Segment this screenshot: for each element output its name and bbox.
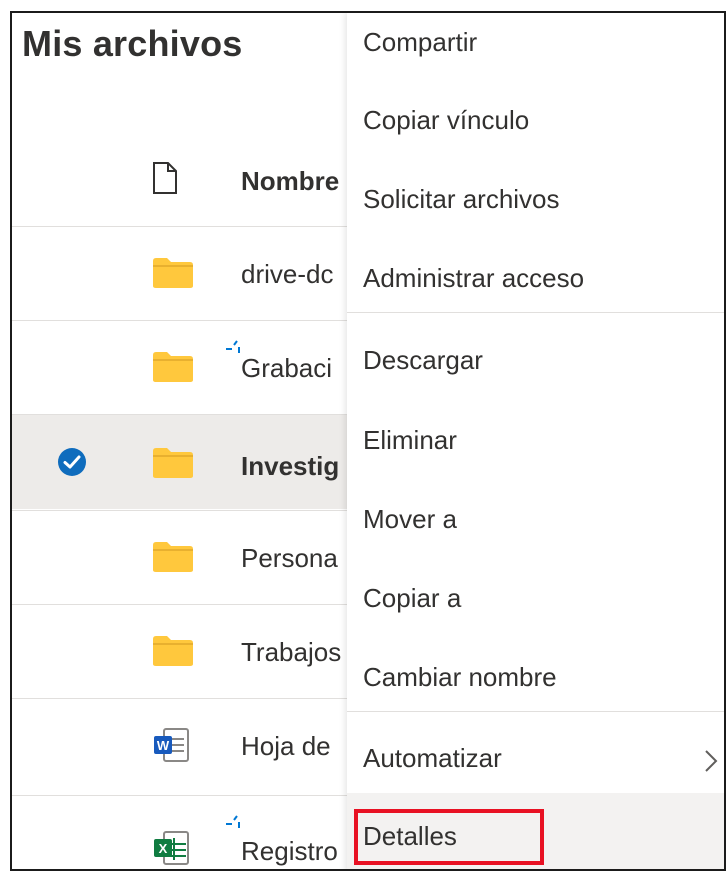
word-file-icon: W	[152, 727, 192, 768]
item-name[interactable]: Registro	[241, 836, 338, 867]
menu-item-label: Descargar	[363, 345, 483, 375]
menu-item-automatizar[interactable]: Automatizar	[347, 721, 724, 799]
red-highlight-box	[354, 809, 544, 865]
sync-sparkle-icon	[224, 339, 242, 360]
onedrive-window: Mis archivos Nombre drive-dc Grabaci Inv…	[10, 11, 726, 871]
folder-icon	[152, 447, 194, 484]
item-name[interactable]: Investig	[241, 451, 339, 482]
item-name[interactable]: Trabajos	[241, 637, 341, 668]
item-name[interactable]: Hoja de	[241, 731, 331, 762]
folder-icon	[152, 541, 194, 578]
menu-item-copiar-vinculo[interactable]: Copiar vínculo	[347, 83, 724, 161]
menu-item-compartir[interactable]: Compartir	[347, 13, 724, 83]
folder-icon	[152, 257, 194, 294]
menu-item-administrar-acceso[interactable]: Administrar acceso	[347, 241, 724, 319]
item-name[interactable]: Grabaci	[241, 353, 332, 384]
menu-item-eliminar[interactable]: Eliminar	[347, 403, 724, 481]
menu-divider	[347, 312, 724, 313]
svg-text:X: X	[159, 841, 168, 856]
menu-item-label: Solicitar archivos	[363, 184, 560, 214]
menu-item-label: Administrar acceso	[363, 263, 585, 293]
item-name[interactable]: drive-dc	[241, 259, 333, 290]
sync-sparkle-icon	[224, 814, 242, 835]
column-header-name[interactable]: Nombre	[241, 166, 339, 197]
excel-file-icon: X	[152, 830, 192, 869]
menu-item-label: Copiar a	[363, 583, 462, 613]
menu-item-label: Compartir	[363, 27, 478, 57]
menu-item-copiar-a[interactable]: Copiar a	[347, 561, 724, 639]
menu-item-solicitar-archivos[interactable]: Solicitar archivos	[347, 162, 724, 240]
context-menu: Compartir Copiar vínculo Solicitar archi…	[347, 13, 724, 869]
item-name[interactable]: Persona	[241, 543, 338, 574]
chevron-right-icon	[704, 749, 718, 778]
menu-divider	[347, 711, 724, 712]
menu-item-label: Copiar vínculo	[363, 105, 530, 135]
menu-item-cambiar-nombre[interactable]: Cambiar nombre	[347, 640, 724, 718]
document-icon[interactable]	[152, 161, 178, 200]
menu-item-label: Automatizar	[363, 743, 502, 773]
check-circle-icon[interactable]	[57, 447, 87, 477]
svg-text:W: W	[157, 738, 170, 753]
menu-item-mover-a[interactable]: Mover a	[347, 482, 724, 560]
menu-item-label: Mover a	[363, 504, 457, 534]
folder-icon	[152, 351, 194, 388]
folder-icon	[152, 635, 194, 672]
menu-item-label: Eliminar	[363, 425, 457, 455]
menu-item-descargar[interactable]: Descargar	[347, 323, 724, 401]
menu-item-detalles[interactable]: Detalles	[347, 793, 724, 869]
menu-item-label: Cambiar nombre	[363, 662, 557, 692]
